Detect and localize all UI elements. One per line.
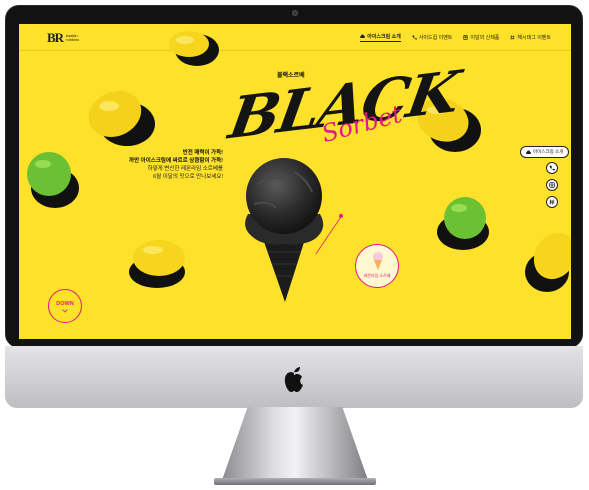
lemon-image (519, 228, 571, 296)
side-menu-icecream[interactable]: 아이스크림 소개 (520, 146, 570, 158)
product-badge[interactable]: 레몬라임 소르베 (355, 244, 399, 288)
description-headline: 반전 매력이 가득! (182, 150, 223, 156)
badge-label: 레몬라임 소르베 (363, 273, 391, 278)
nav-item-label: 해시태그 이벤트 (517, 35, 551, 41)
cloud-icon (526, 150, 531, 154)
logo-mark: BR (47, 30, 64, 45)
icecream-icon (373, 252, 383, 270)
imac-monitor: BR baskin robbins 아이스크림 소개 사이드컵 이벤트 이달의 … (5, 5, 583, 348)
description-text: 6월 이달의 맛으로 만나보세요! (153, 174, 223, 180)
hero-description: 반전 매력이 가득! 까만 아이스크림에 싸르르 상큼함이 가득! 하얗게 변신… (127, 149, 223, 181)
main-nav: 아이스크림 소개 사이드컵 이벤트 이달의 신제품 해시태그 이벤트 (360, 33, 551, 42)
down-label: DOWN (56, 301, 74, 307)
camera (292, 10, 298, 16)
lemon-image (81, 84, 161, 150)
nav-item-icecream[interactable]: 아이스크림 소개 (360, 33, 401, 42)
nav-item-hashtag[interactable]: 해시태그 이벤트 (510, 33, 551, 42)
top-navigation: BR baskin robbins 아이스크림 소개 사이드컵 이벤트 이달의 … (19, 24, 571, 51)
side-pill-label: 아이스크림 소개 (533, 149, 564, 154)
logo-text: baskin robbins (66, 32, 80, 42)
brand-logo[interactable]: BR baskin robbins (47, 30, 88, 46)
lime-image (433, 194, 497, 252)
black-sorbet-cone-image (224, 144, 344, 304)
lemon-image (125, 232, 197, 290)
nav-item-label: 이달의 신제품 (470, 35, 500, 41)
phone-icon (549, 165, 555, 171)
description-headline: 까만 아이스크림에 싸르르 상큼함이 가득! (129, 158, 223, 164)
lemon-image (159, 28, 221, 68)
nav-item-sidecup[interactable]: 사이드컵 이벤트 (412, 33, 453, 42)
side-button-instagram[interactable] (546, 179, 558, 191)
side-button-phone[interactable] (546, 162, 558, 174)
scroll-down-button[interactable]: DOWN (48, 289, 82, 323)
nav-item-newproduct[interactable]: 이달의 신제품 (463, 33, 499, 42)
chevron-down-icon (62, 309, 68, 313)
nav-item-label: 사이드컵 이벤트 (418, 35, 453, 41)
doc-icon (463, 35, 468, 40)
cloud-icon (360, 34, 366, 38)
hash-icon (510, 35, 515, 40)
apple-logo-icon (284, 367, 303, 392)
monitor-stand (221, 407, 369, 483)
lime-image (27, 146, 85, 212)
side-button-hashtag[interactable] (546, 196, 558, 208)
instagram-icon (549, 182, 555, 188)
hash-icon (549, 199, 555, 205)
phone-icon (412, 35, 417, 40)
monitor-stand-base (214, 478, 376, 485)
screen: BR baskin robbins 아이스크림 소개 사이드컵 이벤트 이달의 … (19, 24, 571, 339)
nav-item-label: 아이스크림 소개 (367, 34, 401, 40)
description-text: 하얗게 변신한 레몬라임 소르베를 (147, 166, 223, 172)
